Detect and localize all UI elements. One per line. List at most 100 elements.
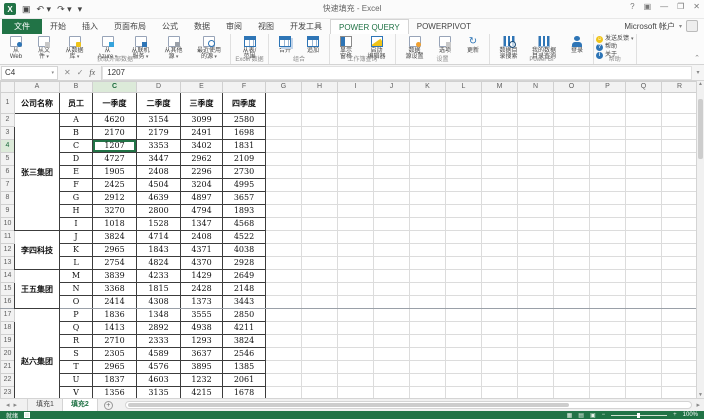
company-cell[interactable]: 张三集团 bbox=[15, 114, 60, 231]
cell[interactable] bbox=[626, 218, 662, 231]
cell[interactable]: 2912 bbox=[93, 192, 137, 205]
account-area[interactable]: Microsoft 帐户 ▾ bbox=[624, 20, 698, 32]
cell[interactable] bbox=[410, 244, 446, 257]
cell[interactable] bbox=[626, 244, 662, 257]
cell[interactable] bbox=[482, 348, 518, 361]
cell[interactable]: A bbox=[60, 114, 93, 127]
cell[interactable] bbox=[554, 231, 590, 244]
cell[interactable] bbox=[266, 179, 302, 192]
header-cell[interactable]: 四季度 bbox=[223, 93, 266, 114]
cell[interactable] bbox=[374, 374, 410, 387]
help-ribbon-button[interactable]: ? 帮助 bbox=[596, 44, 634, 51]
cancel-entry-button[interactable]: ✕ bbox=[64, 68, 71, 77]
cell[interactable] bbox=[374, 192, 410, 205]
cell[interactable]: 3824 bbox=[93, 231, 137, 244]
cell[interactable] bbox=[374, 283, 410, 296]
cell[interactable] bbox=[518, 127, 554, 140]
cell[interactable] bbox=[626, 335, 662, 348]
cell[interactable]: 1385 bbox=[223, 361, 266, 374]
zoom-level[interactable]: 100% bbox=[683, 412, 698, 418]
cell[interactable]: 4308 bbox=[137, 296, 181, 309]
cell[interactable] bbox=[374, 335, 410, 348]
cell[interactable] bbox=[590, 114, 626, 127]
cell[interactable] bbox=[302, 205, 338, 218]
cell[interactable] bbox=[266, 296, 302, 309]
header-cell[interactable]: 一季度 bbox=[93, 93, 137, 114]
cell[interactable]: 4620 bbox=[93, 114, 137, 127]
cell[interactable]: 2408 bbox=[137, 166, 181, 179]
cell[interactable] bbox=[662, 361, 697, 374]
cell[interactable] bbox=[662, 166, 697, 179]
row-header[interactable]: 9 bbox=[1, 205, 15, 218]
cell[interactable] bbox=[554, 283, 590, 296]
cell[interactable]: T bbox=[60, 361, 93, 374]
cell[interactable]: 1293 bbox=[181, 335, 223, 348]
cell[interactable]: C bbox=[60, 140, 93, 153]
cell[interactable] bbox=[266, 192, 302, 205]
vertical-scrollbar-thumb[interactable] bbox=[698, 99, 703, 159]
cell[interactable]: P bbox=[60, 309, 93, 322]
cell[interactable]: D bbox=[60, 153, 93, 166]
cell[interactable] bbox=[518, 309, 554, 322]
tab-view[interactable]: 视图 bbox=[250, 19, 282, 34]
cell[interactable] bbox=[590, 335, 626, 348]
cell[interactable] bbox=[374, 114, 410, 127]
cell[interactable] bbox=[446, 166, 482, 179]
cell[interactable] bbox=[518, 244, 554, 257]
cell[interactable]: 4824 bbox=[137, 257, 181, 270]
cell[interactable] bbox=[374, 322, 410, 335]
cell[interactable] bbox=[302, 93, 338, 114]
cell[interactable]: S bbox=[60, 348, 93, 361]
cell[interactable] bbox=[590, 257, 626, 270]
cell[interactable] bbox=[410, 179, 446, 192]
row-header[interactable]: 2 bbox=[1, 114, 15, 127]
cell[interactable] bbox=[662, 140, 697, 153]
cell[interactable]: 1831 bbox=[223, 140, 266, 153]
cell[interactable] bbox=[482, 140, 518, 153]
cell[interactable] bbox=[626, 179, 662, 192]
cell[interactable]: 3895 bbox=[181, 361, 223, 374]
cell[interactable] bbox=[482, 218, 518, 231]
name-box[interactable]: C4 ▾ bbox=[1, 66, 58, 80]
normal-view-icon[interactable]: ▦ bbox=[567, 412, 573, 419]
cell[interactable]: 4714 bbox=[137, 231, 181, 244]
zoom-slider-thumb[interactable] bbox=[637, 413, 640, 418]
cell[interactable] bbox=[338, 93, 374, 114]
row-header[interactable]: 3 bbox=[1, 127, 15, 140]
cell[interactable] bbox=[626, 231, 662, 244]
cell[interactable] bbox=[518, 114, 554, 127]
cell[interactable] bbox=[338, 192, 374, 205]
cell[interactable] bbox=[302, 322, 338, 335]
cell[interactable] bbox=[518, 153, 554, 166]
cell[interactable] bbox=[446, 322, 482, 335]
cell[interactable] bbox=[518, 270, 554, 283]
cell[interactable]: 3204 bbox=[181, 179, 223, 192]
cell[interactable] bbox=[554, 140, 590, 153]
cell[interactable] bbox=[410, 127, 446, 140]
cell[interactable]: 2850 bbox=[223, 309, 266, 322]
expand-formula-bar-icon[interactable]: ▾ bbox=[692, 69, 704, 76]
cell[interactable] bbox=[338, 361, 374, 374]
cell[interactable] bbox=[410, 361, 446, 374]
cell[interactable] bbox=[626, 296, 662, 309]
cell[interactable] bbox=[626, 93, 662, 114]
cell[interactable] bbox=[410, 322, 446, 335]
cell[interactable] bbox=[554, 322, 590, 335]
cell[interactable]: 2649 bbox=[223, 270, 266, 283]
cell[interactable] bbox=[662, 257, 697, 270]
cell[interactable] bbox=[266, 361, 302, 374]
cell[interactable] bbox=[554, 387, 590, 399]
cell[interactable] bbox=[554, 114, 590, 127]
cell[interactable]: 2710 bbox=[93, 335, 137, 348]
cell[interactable] bbox=[554, 244, 590, 257]
cell[interactable]: 4522 bbox=[223, 231, 266, 244]
cell[interactable] bbox=[410, 387, 446, 399]
cell[interactable] bbox=[554, 218, 590, 231]
cell[interactable]: 2305 bbox=[93, 348, 137, 361]
row-header[interactable]: 6 bbox=[1, 166, 15, 179]
cell[interactable]: 1373 bbox=[181, 296, 223, 309]
cell[interactable] bbox=[266, 153, 302, 166]
cell[interactable] bbox=[518, 140, 554, 153]
cell[interactable] bbox=[662, 296, 697, 309]
row-header[interactable]: 4 bbox=[1, 140, 15, 153]
